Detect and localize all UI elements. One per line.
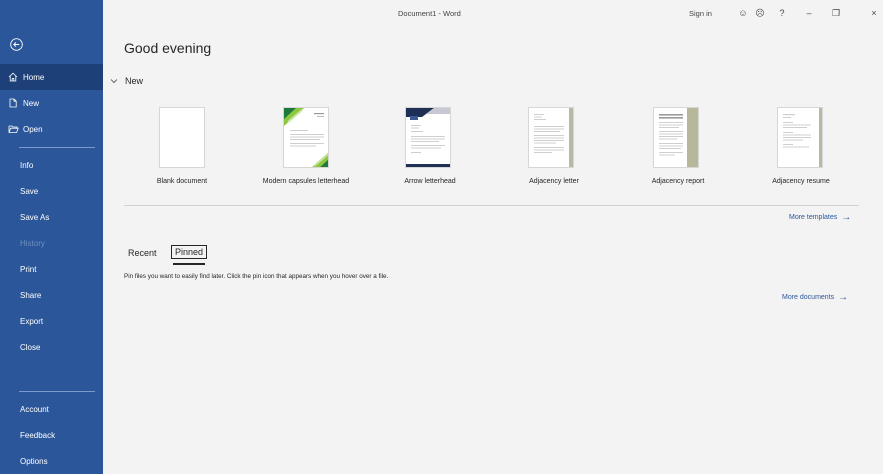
section-divider — [124, 205, 859, 206]
sidebar-item-label: Account — [20, 404, 49, 414]
back-arrow-icon — [9, 37, 23, 51]
close-icon[interactable]: × — [867, 6, 881, 20]
sidebar-item-open[interactable]: Open — [0, 116, 103, 142]
template-label: Adjacency resume — [772, 178, 830, 185]
sidebar-item-print[interactable]: Print — [0, 256, 103, 282]
sidebar-item-label: Open — [23, 124, 43, 134]
sidebar-item-close[interactable]: Close — [0, 334, 103, 360]
chevron-down-icon — [110, 77, 119, 86]
restore-icon[interactable]: ❐ — [829, 6, 843, 20]
window-title: Document1 - Word — [398, 9, 461, 18]
sidebar-item-history: History — [0, 230, 103, 256]
template-thumbnail — [653, 107, 699, 168]
sidebar-item-label: Info — [20, 160, 34, 170]
sign-in-link[interactable]: Sign in — [689, 9, 712, 18]
tab-recent[interactable]: Recent — [128, 248, 157, 258]
sidebar-item-feedback[interactable]: Feedback — [0, 422, 103, 448]
pinned-empty-hint: Pin files you want to easily find later.… — [124, 273, 389, 280]
new-document-icon — [7, 97, 19, 109]
template-thumbnail — [405, 107, 451, 168]
sidebar-item-label: New — [23, 98, 40, 108]
sidebar-item-info[interactable]: Info — [0, 152, 103, 178]
back-button[interactable] — [6, 34, 26, 54]
new-section-label: New — [125, 76, 144, 86]
more-documents-label: More documents — [782, 294, 835, 301]
template-label: Blank document — [156, 178, 208, 185]
sidebar-item-home[interactable]: Home — [0, 64, 103, 90]
template-thumbnail — [159, 107, 205, 168]
sidebar-item-label: Home — [23, 72, 45, 82]
template-label: Arrow letterhead — [404, 178, 456, 185]
sidebar-item-label: History — [20, 238, 45, 248]
home-icon — [7, 71, 19, 83]
template-thumbnail — [528, 107, 574, 168]
template-label: Adjacency report — [651, 178, 705, 185]
frown-feedback-icon[interactable]: ☹ — [753, 6, 767, 20]
minimize-icon[interactable]: – — [802, 6, 816, 20]
sidebar-item-label: Options — [20, 456, 48, 466]
sidebar-item-export[interactable]: Export — [0, 308, 103, 334]
backstage-sidebar: Home New Open Info Save Save As History … — [0, 0, 103, 474]
more-templates-link[interactable]: More templates → — [789, 212, 851, 223]
tab-pinned[interactable]: Pinned — [171, 245, 208, 259]
sidebar-item-share[interactable]: Share — [0, 282, 103, 308]
sidebar-divider — [19, 391, 95, 392]
sidebar-item-save[interactable]: Save — [0, 178, 103, 204]
sidebar-item-label: Close — [20, 342, 41, 352]
help-icon[interactable]: ? — [775, 6, 789, 20]
arrow-right-icon: → — [838, 292, 849, 303]
more-documents-link[interactable]: More documents → — [782, 292, 848, 303]
active-tab-indicator — [173, 263, 205, 265]
template-thumbnail — [777, 107, 823, 168]
more-templates-label: More templates — [789, 214, 838, 221]
template-thumbnail — [283, 107, 329, 168]
smiley-feedback-icon[interactable]: ☺ — [736, 6, 750, 20]
title-bar: Document1 - Word Sign in ☺ ☹ ? – ❐ × — [103, 0, 883, 29]
sidebar-item-new[interactable]: New — [0, 90, 103, 116]
new-section-toggle[interactable]: New — [110, 76, 143, 86]
sidebar-item-account[interactable]: Account — [0, 396, 103, 422]
sidebar-item-label: Share — [20, 290, 42, 300]
template-label: Adjacency letter — [529, 178, 579, 185]
sidebar-item-label: Export — [20, 316, 44, 326]
greeting-heading: Good evening — [124, 40, 212, 56]
sidebar-item-label: Feedback — [20, 430, 56, 440]
folder-open-icon — [7, 123, 19, 135]
sidebar-item-label: Print — [20, 264, 37, 274]
template-label: Modern capsules letterhead — [262, 178, 350, 185]
sidebar-divider — [19, 147, 95, 148]
sidebar-item-label: Save As — [20, 212, 50, 222]
arrow-right-icon: → — [841, 212, 852, 223]
sidebar-item-label: Save — [20, 186, 39, 196]
sidebar-item-options[interactable]: Options — [0, 448, 103, 474]
sidebar-item-save-as[interactable]: Save As — [0, 204, 103, 230]
